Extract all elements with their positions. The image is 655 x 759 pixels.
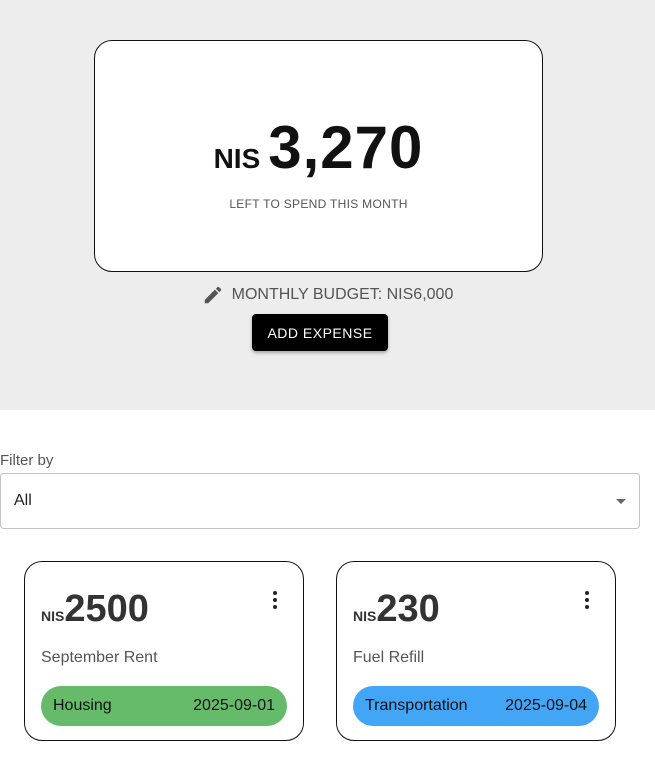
remaining-summary-card: NIS 3,270 LEFT TO SPEND THIS MONTH	[94, 40, 543, 272]
expense-amount: NIS230	[353, 588, 440, 631]
expense-value: 230	[376, 588, 440, 630]
remaining-caption: LEFT TO SPEND THIS MONTH	[229, 197, 408, 211]
expense-title: September Rent	[41, 649, 158, 666]
filter-label: Filter by	[0, 452, 54, 469]
dropdown-arrow-icon	[616, 499, 626, 504]
filter-selected-value: All	[14, 492, 32, 509]
more-vert-icon[interactable]	[583, 590, 591, 610]
expense-category-chip: Transportation 2025-09-04	[353, 686, 599, 726]
expense-category-chip: Housing 2025-09-01	[41, 686, 287, 726]
expense-currency: NIS	[353, 608, 377, 624]
budget-header-section: NIS 3,270 LEFT TO SPEND THIS MONTH MONTHL…	[0, 0, 655, 410]
expense-card: NIS2500 September Rent Housing 2025-09-0…	[24, 561, 304, 741]
add-expense-button[interactable]: ADD EXPENSE	[252, 314, 388, 351]
monthly-budget-row: MONTHLY BUDGET: NIS6,000	[0, 284, 655, 306]
expense-date: 2025-09-04	[505, 697, 587, 714]
expense-card: NIS230 Fuel Refill Transportation 2025-0…	[336, 561, 616, 741]
filter-select[interactable]: All	[0, 473, 640, 529]
more-vert-icon[interactable]	[271, 590, 279, 610]
expense-category: Housing	[53, 697, 112, 714]
expense-category: Transportation	[365, 697, 468, 714]
expense-date: 2025-09-01	[193, 697, 275, 714]
expense-title: Fuel Refill	[353, 649, 425, 666]
remaining-value: 3,270	[268, 114, 424, 181]
expense-value: 2500	[64, 588, 149, 630]
remaining-amount: NIS 3,270	[95, 113, 542, 182]
expense-currency: NIS	[41, 608, 65, 624]
pencil-icon[interactable]	[202, 284, 224, 306]
monthly-budget-text: MONTHLY BUDGET: NIS6,000	[231, 286, 454, 303]
expense-amount: NIS2500	[41, 588, 149, 631]
remaining-currency: NIS	[213, 143, 261, 174]
